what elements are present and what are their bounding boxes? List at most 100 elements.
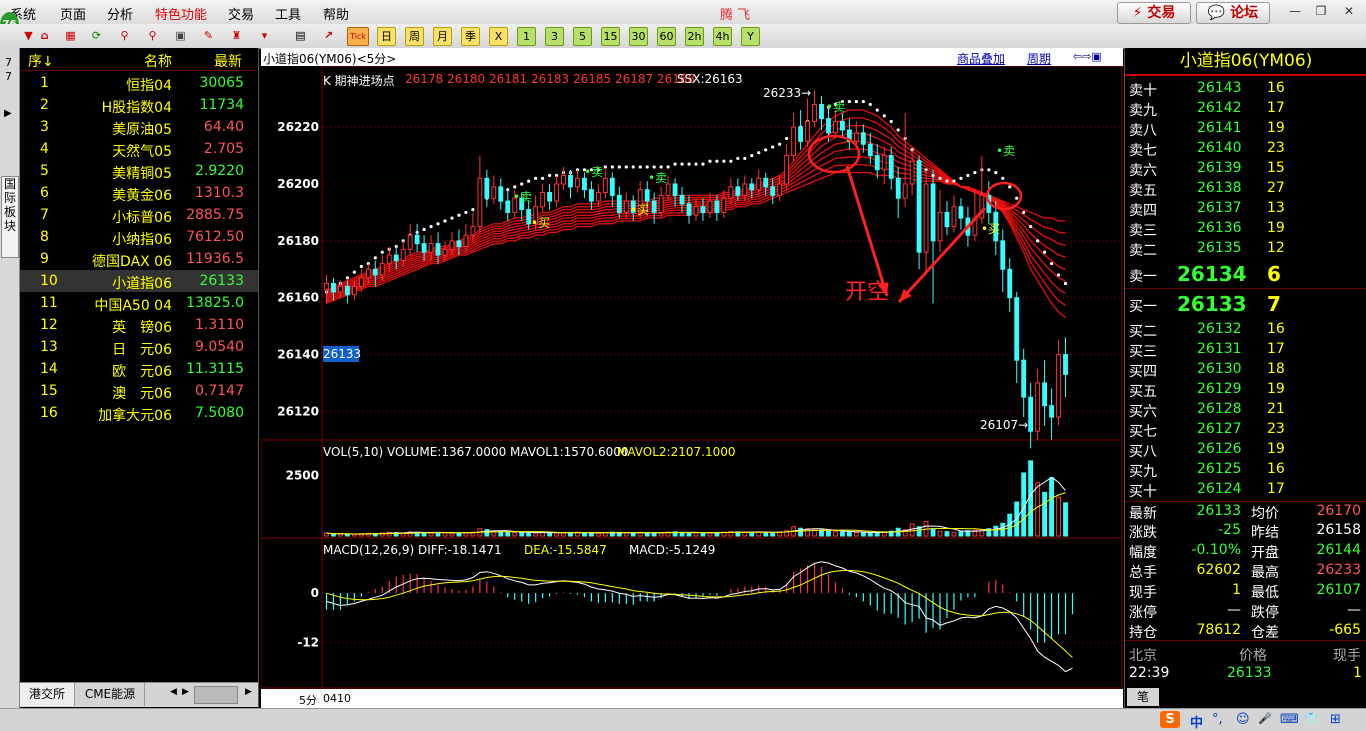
watchlist-row[interactable]: 13 日 元06 9.0540 bbox=[20, 336, 258, 358]
period-year[interactable]: Y bbox=[741, 27, 760, 46]
ask-volume: 15 bbox=[1267, 160, 1285, 176]
scroll-right-icon[interactable]: ▶ bbox=[182, 687, 189, 697]
candle-body bbox=[372, 268, 378, 276]
emoji-icon[interactable]: ☺ bbox=[1236, 712, 1250, 727]
tab-cme-energy[interactable]: CME能源 bbox=[76, 683, 145, 706]
keyboard-icon[interactable]: ⌨ bbox=[1280, 712, 1299, 727]
ime-mode[interactable]: 中 bbox=[1190, 712, 1203, 731]
tab-ticks[interactable]: 笔 bbox=[1127, 688, 1159, 706]
list-icon[interactable]: ▤ bbox=[292, 27, 309, 44]
candle-body bbox=[1028, 396, 1034, 432]
period-60m[interactable]: 60 bbox=[657, 27, 676, 46]
watchlist-row[interactable]: 12 英 镑06 1.3110 bbox=[20, 314, 258, 336]
watchlist-row[interactable]: 6 美黄金06 1310.3 bbox=[20, 182, 258, 204]
watchlist-header: 序↓ 名称 最新 bbox=[20, 48, 258, 71]
mavol-line bbox=[326, 492, 1066, 535]
watchlist-row[interactable]: 15 澳 元06 0.7147 bbox=[20, 380, 258, 402]
watchlist-row[interactable]: 1 恒指04 30065 bbox=[20, 72, 258, 94]
period-30m[interactable]: 30 bbox=[629, 27, 648, 46]
home-icon[interactable]: ⌂ bbox=[36, 27, 53, 44]
menu-analysis[interactable]: 分析 bbox=[107, 4, 133, 23]
bid-price: 26129 bbox=[1197, 381, 1242, 397]
watchlist-row[interactable]: 8 小纳指06 7612.50 bbox=[20, 226, 258, 248]
stat-label: 跌停 bbox=[1251, 605, 1279, 621]
period-5m[interactable]: 5 bbox=[573, 27, 592, 46]
watchlist-row[interactable]: 5 美精铜05 2.9220 bbox=[20, 160, 258, 182]
tick-button[interactable]: Tick bbox=[347, 27, 369, 46]
candle-body bbox=[958, 206, 964, 219]
restore-icon[interactable]: ❐ bbox=[1312, 3, 1330, 19]
period-3m[interactable]: 3 bbox=[545, 27, 564, 46]
period-4h[interactable]: 4h bbox=[713, 27, 732, 46]
punctuation-icon[interactable]: °, bbox=[1212, 712, 1223, 727]
watchlist-row[interactable]: 4 天然气05 2.705 bbox=[20, 138, 258, 160]
tab-hkex[interactable]: 港交所 bbox=[20, 683, 75, 706]
watchlist-row[interactable]: 14 欧 元06 11.3115 bbox=[20, 358, 258, 380]
price-chart[interactable]: 26220 26200 26180 26160 26140 26120 2500 0 -12 bbox=[261, 66, 1123, 708]
period-2h[interactable]: 2h bbox=[685, 27, 704, 46]
stat-value: 26107 bbox=[1316, 582, 1361, 598]
zoom-icon[interactable]: ⚲ bbox=[144, 27, 161, 44]
watchlist-row[interactable]: 9 德国DAX 06 11936.5 bbox=[20, 248, 258, 270]
buy-signal: •买 bbox=[630, 203, 650, 217]
watchlist-row[interactable]: 11 中国A50 04 13825.0 bbox=[20, 292, 258, 314]
search-icon[interactable]: ⚲ bbox=[116, 27, 133, 44]
watchlist-row[interactable]: 7 小标普06 2885.75 bbox=[20, 204, 258, 226]
collapse-icon[interactable]: ▶ bbox=[4, 108, 12, 119]
watchlist-row[interactable]: 16 加拿大元06 7.5080 bbox=[20, 402, 258, 424]
sar-dot bbox=[959, 176, 963, 180]
menu-trade[interactable]: 交易 bbox=[228, 4, 254, 23]
header-seq[interactable]: 序↓ bbox=[28, 51, 54, 71]
scroll-right-icon[interactable]: ▶ bbox=[245, 687, 252, 697]
scroll-left-icon[interactable]: ◀ bbox=[170, 687, 177, 697]
menu-help[interactable]: 帮助 bbox=[323, 4, 349, 23]
period-15m[interactable]: 15 bbox=[601, 27, 620, 46]
period-month[interactable]: 月 bbox=[433, 27, 452, 46]
menu-tools[interactable]: 工具 bbox=[275, 4, 301, 23]
row-last: 2885.75 bbox=[186, 207, 244, 223]
report-icon[interactable]: ▦ bbox=[62, 27, 79, 44]
tab-international[interactable]: 国际板块 bbox=[1, 176, 19, 258]
tools-icon[interactable]: ♜ bbox=[228, 27, 245, 44]
toolbox-icon[interactable]: ⊞ bbox=[1330, 712, 1341, 727]
watchlist-row[interactable]: 3 美原油05 64.40 bbox=[20, 116, 258, 138]
menu-icon[interactable]: ▼ bbox=[20, 27, 37, 44]
trade-button[interactable]: ⚡ 交易 bbox=[1117, 2, 1191, 24]
bid-volume: 7 bbox=[1267, 292, 1281, 316]
stat-value: -665 bbox=[1329, 622, 1361, 638]
stat-label: 均价 bbox=[1251, 506, 1279, 522]
menu-special[interactable]: 特色功能 bbox=[155, 4, 207, 23]
sogou-icon[interactable]: S bbox=[1160, 711, 1180, 728]
close-icon[interactable]: ✕ bbox=[1340, 3, 1358, 19]
watchlist-row[interactable]: 2 H股指数04 11734 bbox=[20, 94, 258, 116]
chart-icon[interactable]: ↗ bbox=[320, 27, 337, 44]
skin-icon[interactable]: 👕 bbox=[1304, 712, 1318, 725]
ask-price: 26136 bbox=[1197, 220, 1242, 236]
row-seq: 15 bbox=[40, 383, 58, 399]
header-name[interactable]: 名称 bbox=[144, 51, 172, 71]
period-1m[interactable]: 1 bbox=[517, 27, 536, 46]
nav-icons[interactable]: ⇦⇨▣ bbox=[1073, 50, 1102, 63]
watchlist-row[interactable]: 10 小道指06 26133 bbox=[20, 270, 258, 292]
scrollbar[interactable] bbox=[194, 686, 238, 704]
refresh-icon[interactable]: ⟳ bbox=[88, 27, 105, 44]
left-strip: 7 7 ▶ 国际板块 bbox=[0, 48, 20, 708]
sar-dot bbox=[541, 176, 545, 180]
candle-body bbox=[867, 143, 873, 157]
window-icon[interactable]: ▣ bbox=[172, 27, 189, 44]
period-week[interactable]: 周 bbox=[405, 27, 424, 46]
candle-body bbox=[526, 209, 532, 225]
forum-button[interactable]: 💬 论坛 bbox=[1196, 2, 1270, 24]
overlay-link[interactable]: 商品叠加 bbox=[957, 50, 1005, 67]
voice-icon[interactable]: 🎤 bbox=[1258, 712, 1272, 725]
period-x[interactable]: X bbox=[489, 27, 508, 46]
menu-page[interactable]: 页面 bbox=[60, 4, 86, 23]
period-day[interactable]: 日 bbox=[377, 27, 396, 46]
period-quarter[interactable]: 季 bbox=[461, 27, 480, 46]
minimize-icon[interactable]: — bbox=[1286, 3, 1304, 19]
period-link[interactable]: 周期 bbox=[1027, 50, 1051, 67]
filter-icon[interactable]: ▾ bbox=[256, 27, 273, 44]
header-last[interactable]: 最新 bbox=[214, 51, 242, 71]
draw-icon[interactable]: ✎ bbox=[200, 27, 217, 44]
candle-body bbox=[686, 203, 692, 216]
